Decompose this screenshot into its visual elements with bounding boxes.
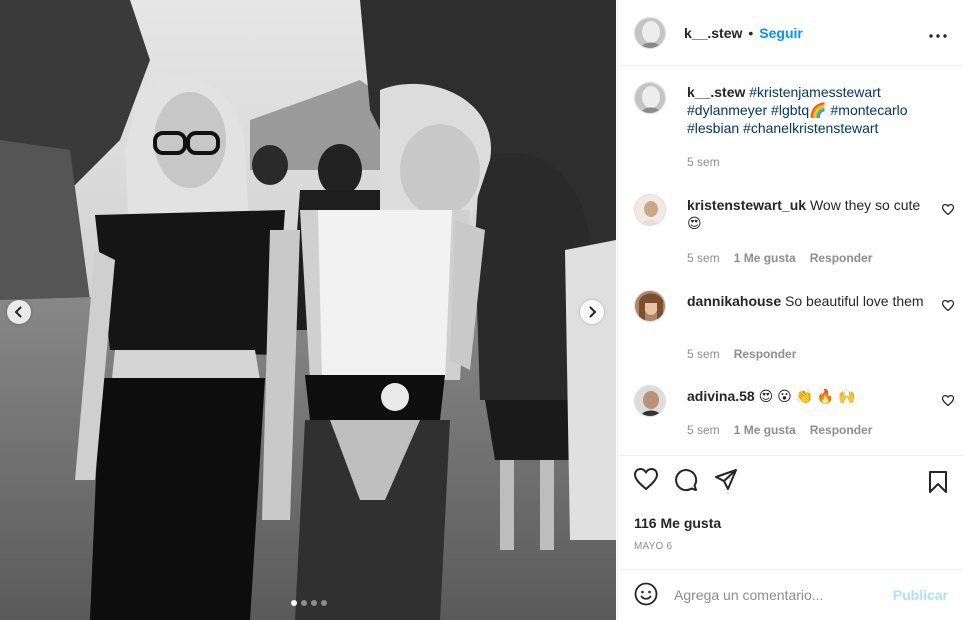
comment-text: adivina.58 😍 😮 👏 🔥 🙌 <box>687 387 927 405</box>
caption-row: k__.stew #kristenjamesstewart #dylanmeye… <box>634 82 954 177</box>
like-button[interactable] <box>633 467 659 495</box>
post-side-panel: k__.stew • Seguir k__.stew #kristenjames… <box>617 0 963 620</box>
comment-likes[interactable]: 1 Me gusta <box>734 251 796 265</box>
bookmark-icon <box>929 471 947 493</box>
comment-text: kristenstewart_uk Wow they so cute 😍 <box>687 196 927 232</box>
like-comment-button[interactable] <box>941 202 955 218</box>
save-button[interactable] <box>928 470 948 497</box>
reply-button[interactable]: Responder <box>734 347 797 361</box>
separator-dot: • <box>748 24 754 41</box>
comment-item: kristenstewart_uk Wow they so cute 😍 5 s… <box>634 194 955 265</box>
author-username[interactable]: k__.stew <box>684 25 742 41</box>
carousel-indicator <box>291 600 327 606</box>
comment-icon <box>675 469 698 492</box>
more-options-button[interactable] <box>929 25 947 41</box>
comment-username[interactable]: adivina.58 <box>687 388 755 404</box>
comments-list[interactable]: k__.stew #kristenjamesstewart #dylanmeye… <box>618 67 963 455</box>
commenter-avatar[interactable] <box>634 290 666 322</box>
post-date[interactable]: MAYO 6 <box>634 541 672 552</box>
caption-meta: 5 sem <box>687 155 720 169</box>
comment-time[interactable]: 5 sem <box>687 423 720 437</box>
share-button[interactable] <box>714 468 738 495</box>
like-comment-button[interactable] <box>941 393 955 409</box>
more-icon <box>929 33 947 38</box>
carousel-dot <box>311 600 317 606</box>
comment-message: 😍 😮 👏 🔥 🙌 <box>758 388 856 404</box>
commenter-avatar[interactable] <box>634 194 666 226</box>
comment-item: adivina.58 😍 😮 👏 🔥 🙌 5 sem 1 Me gusta Re… <box>634 385 955 455</box>
comment-input[interactable] <box>674 587 874 603</box>
carousel-dot <box>291 600 297 606</box>
carousel-prev-button[interactable] <box>7 300 31 324</box>
likes-count[interactable]: 116 Me gusta <box>634 515 721 531</box>
carousel-dot <box>301 600 307 606</box>
heart-icon <box>941 299 955 312</box>
comment-username[interactable]: dannikahouse <box>687 293 781 309</box>
heart-icon <box>633 467 659 491</box>
caption-username[interactable]: k__.stew <box>687 84 745 100</box>
comment-text: dannikahouse So beautiful love them <box>687 292 927 310</box>
comment-meta: 5 sem 1 Me gusta Responder <box>687 251 872 265</box>
chevron-left-icon <box>14 306 22 318</box>
heart-icon <box>941 203 955 216</box>
post-header: k__.stew • Seguir <box>618 0 963 66</box>
emoji-button[interactable] <box>634 582 658 609</box>
author-avatar[interactable] <box>634 82 666 114</box>
comment-meta: 5 sem Responder <box>687 347 796 361</box>
comment-likes[interactable]: 1 Me gusta <box>734 423 796 437</box>
comment-meta: 5 sem 1 Me gusta Responder <box>687 423 872 437</box>
caption-time[interactable]: 5 sem <box>687 155 720 169</box>
reply-button[interactable]: Responder <box>810 423 873 437</box>
caption-text: k__.stew #kristenjamesstewart #dylanmeye… <box>687 83 937 137</box>
chevron-right-icon <box>589 306 597 318</box>
photo-image <box>0 0 616 620</box>
carousel-next-button[interactable] <box>580 300 604 324</box>
follow-button[interactable]: Seguir <box>759 25 803 41</box>
author-avatar[interactable] <box>634 16 666 49</box>
publish-button[interactable]: Publicar <box>893 587 948 603</box>
post-photo[interactable] <box>0 0 616 620</box>
reply-button[interactable]: Responder <box>810 251 873 265</box>
comment-button[interactable] <box>674 468 698 495</box>
emoji-icon <box>634 582 658 605</box>
commenter-avatar[interactable] <box>634 385 666 417</box>
post-actions: 116 Me gusta MAYO 6 <box>618 455 963 569</box>
heart-icon <box>941 394 955 407</box>
share-icon <box>715 469 737 490</box>
comment-time[interactable]: 5 sem <box>687 347 720 361</box>
comment-time[interactable]: 5 sem <box>687 251 720 265</box>
add-comment-bar: Publicar <box>618 569 963 620</box>
like-comment-button[interactable] <box>941 298 955 314</box>
carousel-dot <box>321 600 327 606</box>
comment-message: So beautiful love them <box>785 293 924 309</box>
comment-username[interactable]: kristenstewart_uk <box>687 197 806 213</box>
comment-item: dannikahouse So beautiful love them 5 se… <box>634 290 955 361</box>
